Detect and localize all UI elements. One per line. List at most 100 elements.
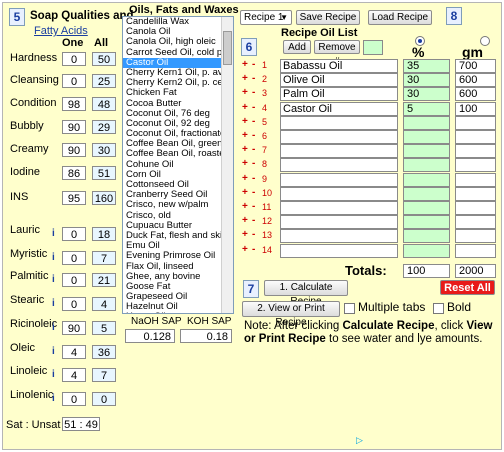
oil-list-item[interactable]: Coconut Oil, fractionated: [123, 129, 233, 139]
recipe-oil-percent[interactable]: [403, 130, 450, 144]
info-icon[interactable]: i: [52, 369, 55, 380]
recipe-oil-name[interactable]: [280, 229, 398, 244]
oil-list-item[interactable]: Grapeseed Oil: [123, 292, 233, 302]
row-plus-button[interactable]: +: [242, 73, 248, 84]
oil-list-item[interactable]: Emu Oil: [123, 241, 233, 251]
row-minus-button[interactable]: -: [252, 229, 255, 240]
row-minus-button[interactable]: -: [252, 116, 255, 127]
recipe-select[interactable]: Recipe 1 ▼: [240, 10, 292, 25]
row-minus-button[interactable]: -: [252, 102, 255, 113]
row-minus-button[interactable]: -: [252, 201, 255, 212]
row-plus-button[interactable]: +: [242, 130, 248, 141]
oil-list-item[interactable]: Crisco, old: [123, 211, 233, 221]
oil-list-item[interactable]: Coffee Bean Oil, green: [123, 139, 233, 149]
oil-list-item[interactable]: Cherry Kern1 Oil, p. avium: [123, 68, 233, 78]
recipe-oil-percent[interactable]: [403, 215, 450, 230]
oil-list-item[interactable]: Cranberry Seed Oil: [123, 190, 233, 200]
recipe-oil-percent[interactable]: 30: [403, 87, 450, 102]
recipe-oil-percent[interactable]: [403, 186, 450, 201]
info-icon[interactable]: i: [52, 228, 55, 239]
info-icon[interactable]: i: [52, 252, 55, 263]
recipe-oil-grams[interactable]: [455, 215, 496, 230]
scroll-thumb[interactable]: [223, 31, 232, 65]
row-plus-button[interactable]: +: [242, 215, 248, 226]
oil-list-item[interactable]: Chicken Fat: [123, 88, 233, 98]
oil-list-item[interactable]: Flax Oil, linseed: [123, 262, 233, 272]
row-plus-button[interactable]: +: [242, 229, 248, 240]
recipe-oil-percent[interactable]: 30: [403, 73, 450, 88]
oil-list-item[interactable]: Crisco, new w/palm: [123, 200, 233, 210]
recipe-oil-name[interactable]: Babassu Oil: [280, 59, 398, 73]
oil-list-item[interactable]: Cottonseed Oil: [123, 180, 233, 190]
row-plus-button[interactable]: +: [242, 201, 248, 212]
oil-list-item[interactable]: Canola Oil: [123, 27, 233, 37]
oil-list-item[interactable]: Candelilla Wax: [123, 17, 233, 27]
recipe-oil-name[interactable]: [280, 243, 398, 258]
row-minus-button[interactable]: -: [252, 173, 255, 184]
recipe-oil-grams[interactable]: [455, 144, 496, 159]
row-plus-button[interactable]: +: [242, 102, 248, 113]
recipe-oil-name[interactable]: [280, 130, 398, 144]
oil-list-item[interactable]: Duck Fat, flesh and skin: [123, 231, 233, 241]
recipe-oil-percent[interactable]: 35: [403, 59, 450, 73]
oil-list-item[interactable]: Hazelnut Oil: [123, 302, 233, 312]
oil-list-item[interactable]: Goose Fat: [123, 282, 233, 292]
recipe-oil-percent[interactable]: [403, 201, 450, 215]
row-minus-button[interactable]: -: [252, 130, 255, 141]
oil-list-item[interactable]: Corn Oil: [123, 170, 233, 180]
recipe-oil-grams[interactable]: 600: [455, 87, 496, 102]
row-minus-button[interactable]: -: [252, 87, 255, 98]
oil-list-item[interactable]: Ghee, any bovine: [123, 272, 233, 282]
row-minus-button[interactable]: -: [252, 158, 255, 169]
row-plus-button[interactable]: +: [242, 116, 248, 127]
recipe-oil-name[interactable]: Castor Oil: [280, 101, 398, 116]
fatty-acids-link[interactable]: Fatty Acids: [34, 25, 88, 37]
info-icon[interactable]: i: [52, 322, 55, 333]
recipe-oil-grams[interactable]: [455, 172, 496, 187]
recipe-oil-percent[interactable]: [403, 158, 450, 173]
recipe-oil-grams[interactable]: [455, 201, 496, 215]
row-minus-button[interactable]: -: [252, 215, 255, 226]
recipe-oil-grams[interactable]: 700: [455, 59, 496, 73]
row-plus-button[interactable]: +: [242, 244, 248, 255]
recipe-oil-percent[interactable]: [403, 243, 450, 258]
oil-list-item[interactable]: Coconut Oil, 92 deg: [123, 119, 233, 129]
recipe-oil-percent[interactable]: [403, 229, 450, 244]
row-plus-button[interactable]: +: [242, 158, 248, 169]
recipe-oil-grams[interactable]: [455, 243, 496, 258]
oil-list-item[interactable]: Cherry Kern2 Oil, p. cesarus: [123, 78, 233, 88]
row-plus-button[interactable]: +: [242, 173, 248, 184]
row-minus-button[interactable]: -: [252, 73, 255, 84]
oil-list-item[interactable]: Castor Oil: [123, 57, 233, 68]
recipe-oil-grams[interactable]: 600: [455, 73, 496, 88]
add-oil-button[interactable]: Add: [283, 40, 311, 54]
reset-all-button[interactable]: Reset All: [440, 280, 495, 295]
recipe-oil-name[interactable]: Olive Oil: [280, 73, 398, 88]
recipe-oil-grams[interactable]: [455, 115, 496, 130]
info-icon[interactable]: i: [52, 393, 55, 404]
oil-list-item[interactable]: Cupuacu Butter: [123, 221, 233, 231]
oil-list-item[interactable]: Cocoa Butter: [123, 99, 233, 109]
view-print-recipe-button[interactable]: 2. View or Print Recipe: [242, 301, 340, 328]
recipe-oil-grams[interactable]: 100: [455, 101, 496, 116]
oil-list-item[interactable]: Cohune Oil: [123, 160, 233, 170]
oil-list-item[interactable]: Coffee Bean Oil, roasted: [123, 149, 233, 159]
row-minus-button[interactable]: -: [252, 59, 255, 70]
ad-choices-icon[interactable]: ▷: [356, 436, 365, 445]
oils-listbox[interactable]: Candelilla Wax Canola Oil Canola Oil, high…: [122, 16, 234, 314]
row-plus-button[interactable]: +: [242, 187, 248, 198]
multiple-tabs-checkbox[interactable]: [344, 303, 355, 314]
recipe-oil-name[interactable]: [280, 115, 398, 130]
load-recipe-button[interactable]: Load Recipe: [368, 10, 432, 25]
remove-oil-button[interactable]: Remove #: [314, 40, 360, 67]
recipe-oil-name[interactable]: [280, 158, 398, 173]
remove-number-input[interactable]: [363, 40, 383, 55]
recipe-oil-grams[interactable]: [455, 158, 496, 173]
row-plus-button[interactable]: +: [242, 144, 248, 155]
oil-list-item[interactable]: Canola Oil, high oleic: [123, 37, 233, 47]
calculate-recipe-button[interactable]: 1. Calculate Recipe: [264, 280, 348, 307]
info-icon[interactable]: i: [52, 274, 55, 285]
row-minus-button[interactable]: -: [252, 144, 255, 155]
row-minus-button[interactable]: -: [252, 187, 255, 198]
recipe-oil-name[interactable]: [280, 215, 398, 230]
